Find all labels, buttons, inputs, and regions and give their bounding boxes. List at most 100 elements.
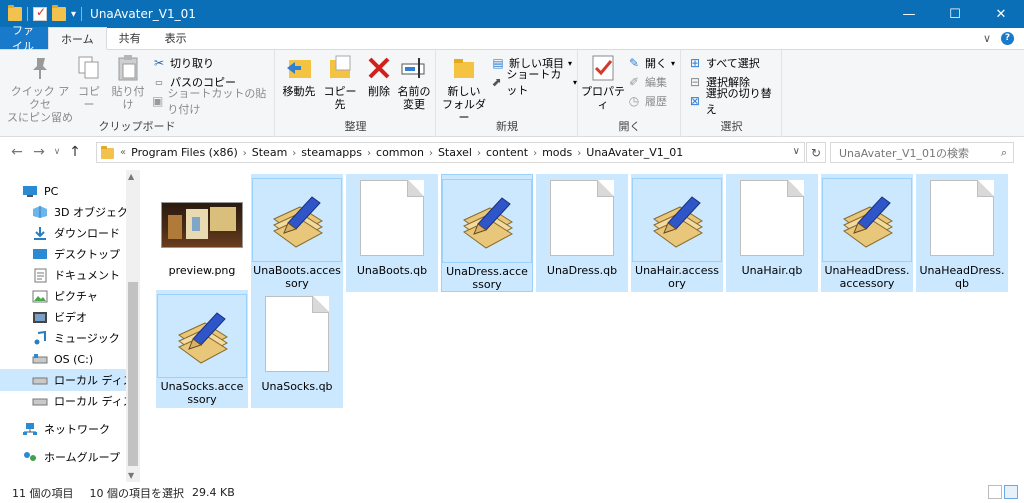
breadcrumb-item[interactable]: content [486, 146, 528, 159]
breadcrumb-separator[interactable]: › [429, 148, 433, 159]
history-label: 履歴 [645, 95, 667, 108]
quick-access-dropdown-icon[interactable]: ▾ [71, 9, 76, 20]
copy-button[interactable]: コピー [74, 54, 104, 111]
breadcrumb-item[interactable]: Staxel [438, 146, 472, 159]
close-button[interactable]: ✕ [978, 0, 1024, 28]
file-item[interactable]: UnaHeadDress.qb [916, 174, 1008, 292]
file-item[interactable]: UnaDress.accessory [441, 174, 533, 292]
nav-item[interactable]: 3D オブジェクト [0, 201, 126, 223]
large-icons-view-button[interactable] [1004, 485, 1018, 499]
maximize-button[interactable]: ☐ [932, 0, 978, 28]
history-icon: ◷ [628, 94, 640, 108]
breadcrumb-separator[interactable]: › [243, 148, 247, 159]
new-folder-icon[interactable] [52, 5, 66, 21]
breadcrumb-item[interactable]: mods [542, 146, 572, 159]
search-input[interactable]: UnaAvater_V1_01の検索 ⌕ [830, 142, 1014, 163]
file-item[interactable]: UnaSocks.qb [251, 290, 343, 408]
shortcut-button[interactable]: ⬈ ショートカット ▾ [491, 68, 577, 97]
pin-quick-access-button[interactable]: クイック アクセ スにピン留め [6, 54, 74, 124]
invert-selection-label: 選択の切り替え [705, 87, 772, 116]
properties-button[interactable]: プロパティ [581, 54, 625, 111]
help-icon[interactable]: ? [1001, 31, 1014, 45]
breadcrumb-item[interactable]: UnaAvater_V1_01 [586, 146, 683, 159]
breadcrumb-separator[interactable]: › [367, 148, 371, 159]
select-group-label: 選択 [720, 120, 743, 133]
details-view-button[interactable] [988, 485, 1002, 499]
nav-scroll-thumb[interactable] [128, 282, 138, 466]
move-to-button[interactable]: 移動先 [280, 54, 318, 98]
file-item[interactable]: UnaHeadDress.accessory [821, 174, 913, 292]
copy-path-icon: ▭ [155, 77, 163, 87]
accessory-file-icon [822, 178, 912, 262]
delete-button[interactable]: 削除 [364, 54, 394, 98]
edit-button[interactable]: ✐ 編集 [627, 73, 667, 91]
nav-item[interactable]: ピクチャ [0, 285, 126, 307]
breadcrumb-item[interactable]: steamapps [301, 146, 362, 159]
nav-item-label: ピクチャ [54, 290, 98, 303]
nav-item-label: ミュージック [54, 332, 120, 345]
nav-item[interactable]: OS (C:) [0, 348, 126, 370]
file-item[interactable]: UnaHair.qb [726, 174, 818, 292]
organize-group-label: 整理 [344, 120, 367, 133]
tab-view[interactable]: 表示 [153, 27, 199, 49]
recent-locations-button[interactable]: ∨ [50, 141, 64, 163]
nav-item[interactable]: ビデオ [0, 306, 126, 328]
history-button[interactable]: ◷ 履歴 [627, 92, 667, 110]
file-item[interactable]: UnaDress.qb [536, 174, 628, 292]
copy-to-button[interactable]: コピー先 [320, 54, 360, 111]
breadcrumb-separator[interactable]: › [292, 148, 296, 159]
file-item[interactable]: preview.png [156, 174, 248, 292]
new-item-icon: ▤ [492, 56, 504, 70]
file-item[interactable]: UnaSocks.accessory [156, 290, 248, 408]
3d-objects-icon [32, 205, 48, 219]
image-thumbnail [157, 174, 247, 262]
nav-item[interactable]: ネットワーク [0, 418, 126, 440]
refresh-button[interactable]: ↻ [806, 142, 826, 163]
scroll-down-icon[interactable]: ▼ [128, 471, 134, 480]
nav-item[interactable]: ダウンロード [0, 222, 126, 244]
back-button[interactable]: ← [6, 141, 28, 163]
nav-item[interactable]: ローカル ディスク (E [0, 390, 126, 412]
tab-share[interactable]: 共有 [107, 27, 153, 49]
breadcrumb-item[interactable]: Program Files (x86) [131, 146, 238, 159]
nav-item[interactable]: ドキュメント [0, 264, 126, 286]
breadcrumb-separator[interactable]: › [477, 148, 481, 159]
new-folder-button[interactable]: 新しい フォルダー [441, 54, 487, 124]
file-item[interactable]: UnaBoots.qb [346, 174, 438, 292]
overflow-icon[interactable]: « [120, 147, 126, 158]
file-item[interactable]: UnaHair.accessory [631, 174, 723, 292]
nav-item[interactable]: デスクトップ [0, 243, 126, 265]
nav-item-label: ホームグループ [44, 451, 121, 464]
paste-shortcut-button[interactable]: ▣ ショートカットの貼り付け [152, 87, 274, 116]
rename-button[interactable]: 名前の 変更 [396, 54, 432, 111]
address-dropdown-icon[interactable]: ∨ [793, 146, 800, 157]
cut-button[interactable]: ✂ 切り取り [152, 54, 214, 72]
breadcrumb-separator[interactable]: › [533, 148, 537, 159]
breadcrumb-separator[interactable]: › [577, 148, 581, 159]
nav-scrollbar[interactable]: ▲ ▼ [126, 170, 140, 482]
open-label: 開く [645, 57, 667, 70]
nav-item[interactable]: PC [0, 180, 126, 202]
address-bar[interactable]: « Program Files (x86) › Steam › steamapps › co… [96, 142, 805, 163]
open-icon: ✎ [628, 56, 640, 70]
quick-access-toolbar: ▾ [0, 5, 83, 21]
forward-button[interactable]: → [28, 141, 50, 163]
tab-file[interactable]: ファイル [0, 24, 48, 53]
properties-icon[interactable] [33, 5, 47, 21]
breadcrumb-item[interactable]: Steam [252, 146, 288, 159]
collapse-ribbon-icon[interactable]: ∨ [983, 32, 991, 45]
tab-home[interactable]: ホーム [48, 27, 107, 50]
nav-item[interactable]: ミュージック [0, 327, 126, 349]
paste-button[interactable]: 貼り付け [108, 54, 148, 111]
minimize-button[interactable]: — [886, 0, 932, 28]
nav-item[interactable]: ローカル ディスク (D [0, 369, 126, 391]
nav-item[interactable]: ホームグループ [0, 446, 126, 468]
scroll-up-icon[interactable]: ▲ [128, 172, 134, 181]
invert-selection-button[interactable]: ⊠ 選択の切り替え [688, 87, 781, 116]
breadcrumb-item[interactable]: common [376, 146, 424, 159]
new-group: 新しい フォルダー ▤ 新しい項目 ▾ ⬈ ショートカット ▾ 新規 [437, 50, 578, 137]
up-button[interactable]: ↑ [64, 141, 86, 163]
file-item[interactable]: UnaBoots.accessory [251, 174, 343, 292]
select-all-button[interactable]: ⊞ すべて選択 [688, 54, 760, 72]
open-button[interactable]: ✎ 開く ▾ [627, 54, 675, 72]
